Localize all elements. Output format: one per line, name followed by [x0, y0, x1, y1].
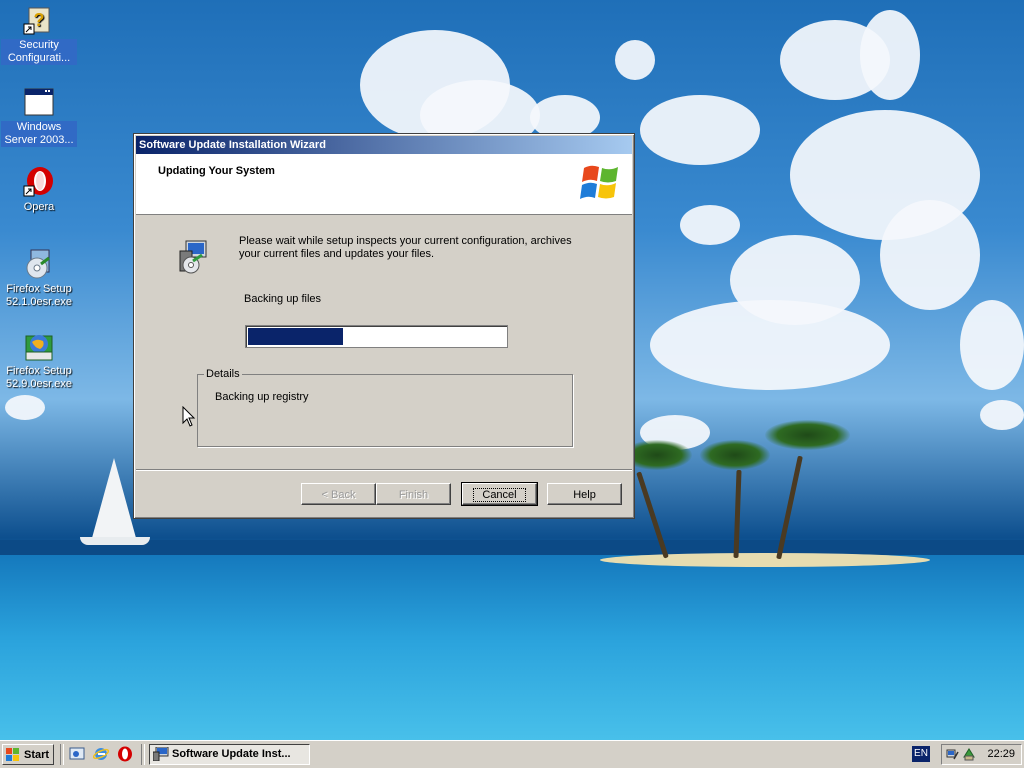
taskbar-button-label: Software Update Inst... — [172, 748, 291, 760]
setup-computer-icon — [174, 239, 210, 275]
details-group: Details Backing up registry — [197, 368, 573, 447]
cancel-button[interactable]: Cancel — [461, 482, 538, 506]
clock[interactable]: 22:29 — [987, 745, 1015, 764]
installer-globe-icon — [23, 330, 55, 362]
installer-cd-icon — [23, 248, 55, 280]
desktop-icon-windows-server[interactable]: Windows Server 2003... — [1, 86, 77, 147]
help-button[interactable]: Help — [547, 483, 622, 505]
svg-text:?: ? — [34, 10, 45, 30]
windows-flag-icon — [6, 748, 20, 761]
opera-icon — [23, 166, 55, 198]
start-button[interactable]: Start — [2, 744, 54, 765]
language-indicator[interactable]: EN — [912, 746, 930, 762]
progress-fill — [248, 328, 343, 345]
desktop-icon-opera[interactable]: Opera — [1, 166, 77, 214]
system-tray: 22:29 — [941, 744, 1022, 765]
taskbar-divider — [141, 744, 145, 765]
help-button-label: Help — [573, 489, 596, 501]
dialog-title: Software Update Installation Wizard — [139, 139, 326, 151]
desktop-icon-label: Firefox Setup 52.1.0esr.exe — [5, 283, 73, 308]
opera-icon[interactable] — [117, 746, 133, 762]
taskbar-button-software-update[interactable]: Software Update Inst... — [149, 744, 310, 765]
software-update-wizard-dialog: Software Update Installation Wizard Upda… — [133, 133, 635, 519]
update-icon[interactable] — [962, 747, 976, 761]
desktop-icon-label: Opera — [23, 201, 55, 213]
finish-button[interactable]: Finish — [376, 483, 451, 505]
button-separator — [136, 469, 632, 471]
wizard-header-title: Updating Your System — [158, 165, 275, 177]
progress-bar — [245, 325, 508, 348]
desktop-icon-firefox-setup-52-1[interactable]: Firefox Setup 52.1.0esr.exe — [1, 248, 77, 309]
dialog-titlebar[interactable]: Software Update Installation Wizard — [136, 136, 632, 154]
desktop-icon-firefox-setup-52-9[interactable]: Firefox Setup 52.9.0esr.exe — [1, 330, 77, 391]
desktop-icon-security-config[interactable]: ? Security Configurati... — [1, 4, 77, 65]
wizard-app-icon — [152, 746, 169, 762]
windows-logo-icon — [580, 162, 622, 204]
cancel-button-label: Cancel — [473, 488, 526, 502]
start-label: Start — [24, 749, 50, 761]
security-config-icon: ? — [23, 4, 55, 36]
wizard-header: Updating Your System — [136, 154, 632, 215]
desktop-icon-label: Security Configurati... — [1, 39, 77, 65]
desktop-icon-label: Windows Server 2003... — [1, 121, 77, 147]
taskbar-divider — [60, 744, 64, 765]
finish-button-label: Finish — [398, 489, 429, 501]
network-icon[interactable] — [946, 747, 960, 761]
status-text: Backing up files — [244, 293, 322, 305]
internet-explorer-icon[interactable] — [92, 746, 110, 762]
show-desktop-icon[interactable] — [69, 746, 85, 762]
taskbar: Start Software Update Inst... EN 22:29 — [0, 740, 1024, 768]
back-button-label: < Back — [321, 489, 356, 501]
details-text: Backing up registry — [215, 391, 309, 403]
mouse-pointer-icon — [182, 405, 196, 431]
details-legend: Details — [204, 368, 242, 380]
window-shortcut-icon — [23, 86, 55, 118]
back-button[interactable]: < Back — [301, 483, 376, 505]
intro-text: Please wait while setup inspects your cu… — [239, 235, 572, 260]
desktop-icon-label: Firefox Setup 52.9.0esr.exe — [5, 365, 73, 390]
